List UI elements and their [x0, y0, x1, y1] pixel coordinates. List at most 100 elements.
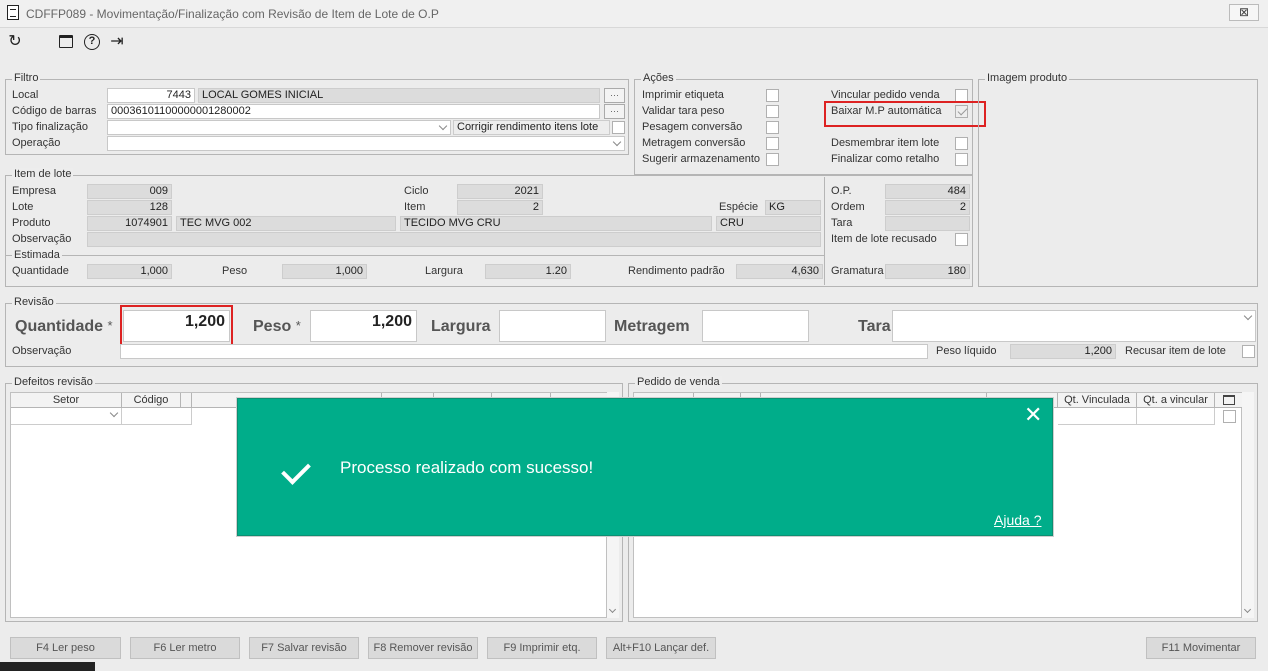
acao-desmembrar-label: Desmembrar item lote: [831, 137, 940, 149]
recusado-checkbox[interactable]: [955, 233, 968, 246]
document-icon: [7, 5, 19, 20]
est-gramatura-label: Gramatura: [831, 265, 884, 277]
qt-a-vincular-cell[interactable]: [1137, 408, 1215, 425]
remover-revisao-button[interactable]: F8 Remover revisão: [368, 637, 478, 659]
est-peso-field: 1,000: [282, 264, 367, 279]
col-select-all[interactable]: [1215, 393, 1243, 408]
item-label: Item: [404, 201, 426, 213]
ler-metro-button[interactable]: F6 Ler metro: [130, 637, 240, 659]
operacao-select[interactable]: [107, 136, 625, 151]
acao-validar-tara-checkbox[interactable]: [766, 105, 779, 118]
success-toast: Processo realizado com sucesso! ✕ Ajuda …: [237, 398, 1053, 536]
recusar-checkbox[interactable]: [1242, 345, 1255, 358]
close-window-button[interactable]: ⊠: [1229, 4, 1259, 21]
help-icon[interactable]: ?: [82, 32, 102, 52]
salvar-revisao-button[interactable]: F7 Salvar revisão: [249, 637, 359, 659]
empresa-label: Empresa: [12, 185, 57, 197]
rev-peso-input[interactable]: 1,200: [310, 310, 417, 342]
ler-peso-button[interactable]: F4 Ler peso: [10, 637, 121, 659]
acao-metragem-label: Metragem conversão: [642, 137, 746, 149]
acao-imprimir-etiqueta-checkbox[interactable]: [766, 89, 779, 102]
acao-sugerir-label: Sugerir armazenamento: [642, 153, 761, 165]
rev-peso-label: Peso *: [253, 318, 301, 335]
produto-label: Produto: [12, 217, 51, 229]
toast-close-icon[interactable]: ✕: [1024, 402, 1042, 428]
item-lote-legend: Item de lote: [12, 168, 74, 180]
col-codigo[interactable]: Código: [122, 393, 181, 408]
estimada-divider: [6, 255, 824, 256]
imprimir-etq-button[interactable]: F9 Imprimir etq.: [487, 637, 597, 659]
setor-select[interactable]: [11, 408, 122, 425]
barcode-input[interactable]: 00036101100000001280002: [107, 104, 600, 119]
col-qt-a-vincular[interactable]: Qt. a vincular: [1137, 393, 1215, 408]
est-rendimento-field: 4,630: [736, 264, 823, 279]
imagem-produto-legend: Imagem produto: [985, 72, 1070, 84]
barcode-lookup-button[interactable]: ⋯: [604, 104, 625, 119]
ciclo-label: Ciclo: [404, 185, 429, 197]
codigo-cell[interactable]: [122, 408, 192, 425]
peso-liquido-label: Peso líquido: [936, 345, 997, 357]
tipo-finalizacao-select[interactable]: [107, 120, 451, 135]
local-code-input[interactable]: 7443: [107, 88, 195, 103]
lote-label: Lote: [12, 201, 34, 213]
local-lookup-button[interactable]: ⋯: [604, 88, 625, 103]
filtro-legend: Filtro: [12, 72, 41, 84]
movimentar-button[interactable]: F11 Movimentar: [1146, 637, 1256, 659]
qt-vinculada-cell[interactable]: [1058, 408, 1137, 425]
corrigir-rendimento-label: Corrigir rendimento itens lote: [453, 120, 610, 135]
rev-quantidade-label: Quantidade *: [15, 318, 113, 335]
rev-obs-input[interactable]: [120, 344, 928, 359]
produto-name-field: TEC MVG 002: [176, 216, 396, 231]
refresh-icon[interactable]: ↻: [5, 32, 25, 52]
rev-obs-label: Observação: [12, 345, 72, 357]
ciclo-field: 2021: [457, 184, 543, 199]
checkmark-icon: [281, 455, 311, 485]
item-obs-field: [87, 232, 821, 247]
acao-sugerir-checkbox[interactable]: [766, 153, 779, 166]
acao-retalho-checkbox[interactable]: [955, 153, 968, 166]
empresa-field: 009: [87, 184, 172, 199]
especie-field: KG: [765, 200, 821, 215]
estimada-legend: Estimada: [12, 249, 62, 261]
item-field: 2: [457, 200, 543, 215]
est-largura-label: Largura: [425, 265, 463, 277]
acao-retalho-label: Finalizar como retalho: [831, 153, 940, 165]
acao-metragem-checkbox[interactable]: [766, 137, 779, 150]
barcode-label: Código de barras: [12, 105, 97, 117]
imagem-produto-group: Imagem produto: [978, 72, 1258, 287]
tipo-finalizacao-label: Tipo finalização: [12, 121, 89, 133]
lote-field: 128: [87, 200, 172, 215]
ordem-field: 2: [885, 200, 970, 215]
op-field: 484: [885, 184, 970, 199]
rev-metragem-input[interactable]: [702, 310, 809, 342]
col-qt-vinculada[interactable]: Qt. Vinculada: [1058, 393, 1137, 408]
pedido-row-checkbox[interactable]: [1223, 410, 1236, 423]
rev-largura-input[interactable]: [499, 310, 606, 342]
quantidade-highlight: [120, 305, 233, 347]
est-peso-label: Peso: [222, 265, 248, 277]
lancar-def-button[interactable]: Alt+F10 Lançar def.: [606, 637, 716, 659]
item-name-field: TECIDO MVG CRU: [400, 216, 712, 231]
col-lookup[interactable]: [181, 393, 192, 408]
especie-label: Espécie: [719, 201, 759, 213]
calendar-icon[interactable]: [56, 32, 76, 52]
acao-pesagem-checkbox[interactable]: [766, 121, 779, 134]
est-gramatura-field: 180: [885, 264, 970, 279]
defeitos-legend: Defeitos revisão: [12, 376, 95, 388]
rev-tara-select[interactable]: [892, 310, 1256, 342]
col-setor[interactable]: Setor: [11, 393, 122, 408]
item-obs-label: Observação: [12, 233, 72, 245]
est-quantidade-label: Quantidade: [12, 265, 69, 277]
toast-help-link[interactable]: Ajuda ?: [994, 512, 1041, 528]
est-largura-field: 1.20: [485, 264, 571, 279]
corrigir-rendimento-checkbox[interactable]: [612, 121, 625, 134]
window-title: CDFFP089 - Movimentação/Finalização com …: [26, 7, 439, 21]
acao-pesagem-label: Pesagem conversão: [642, 121, 743, 133]
item-tara-label: Tara: [831, 217, 853, 229]
exit-icon[interactable]: ⇥: [107, 32, 127, 52]
peso-liquido-field: 1,200: [1010, 344, 1116, 359]
pedido-scrollbar[interactable]: [1242, 392, 1254, 618]
local-name-field: LOCAL GOMES INICIAL: [198, 88, 600, 103]
acao-desmembrar-checkbox[interactable]: [955, 137, 968, 150]
cru-field: CRU: [716, 216, 821, 231]
